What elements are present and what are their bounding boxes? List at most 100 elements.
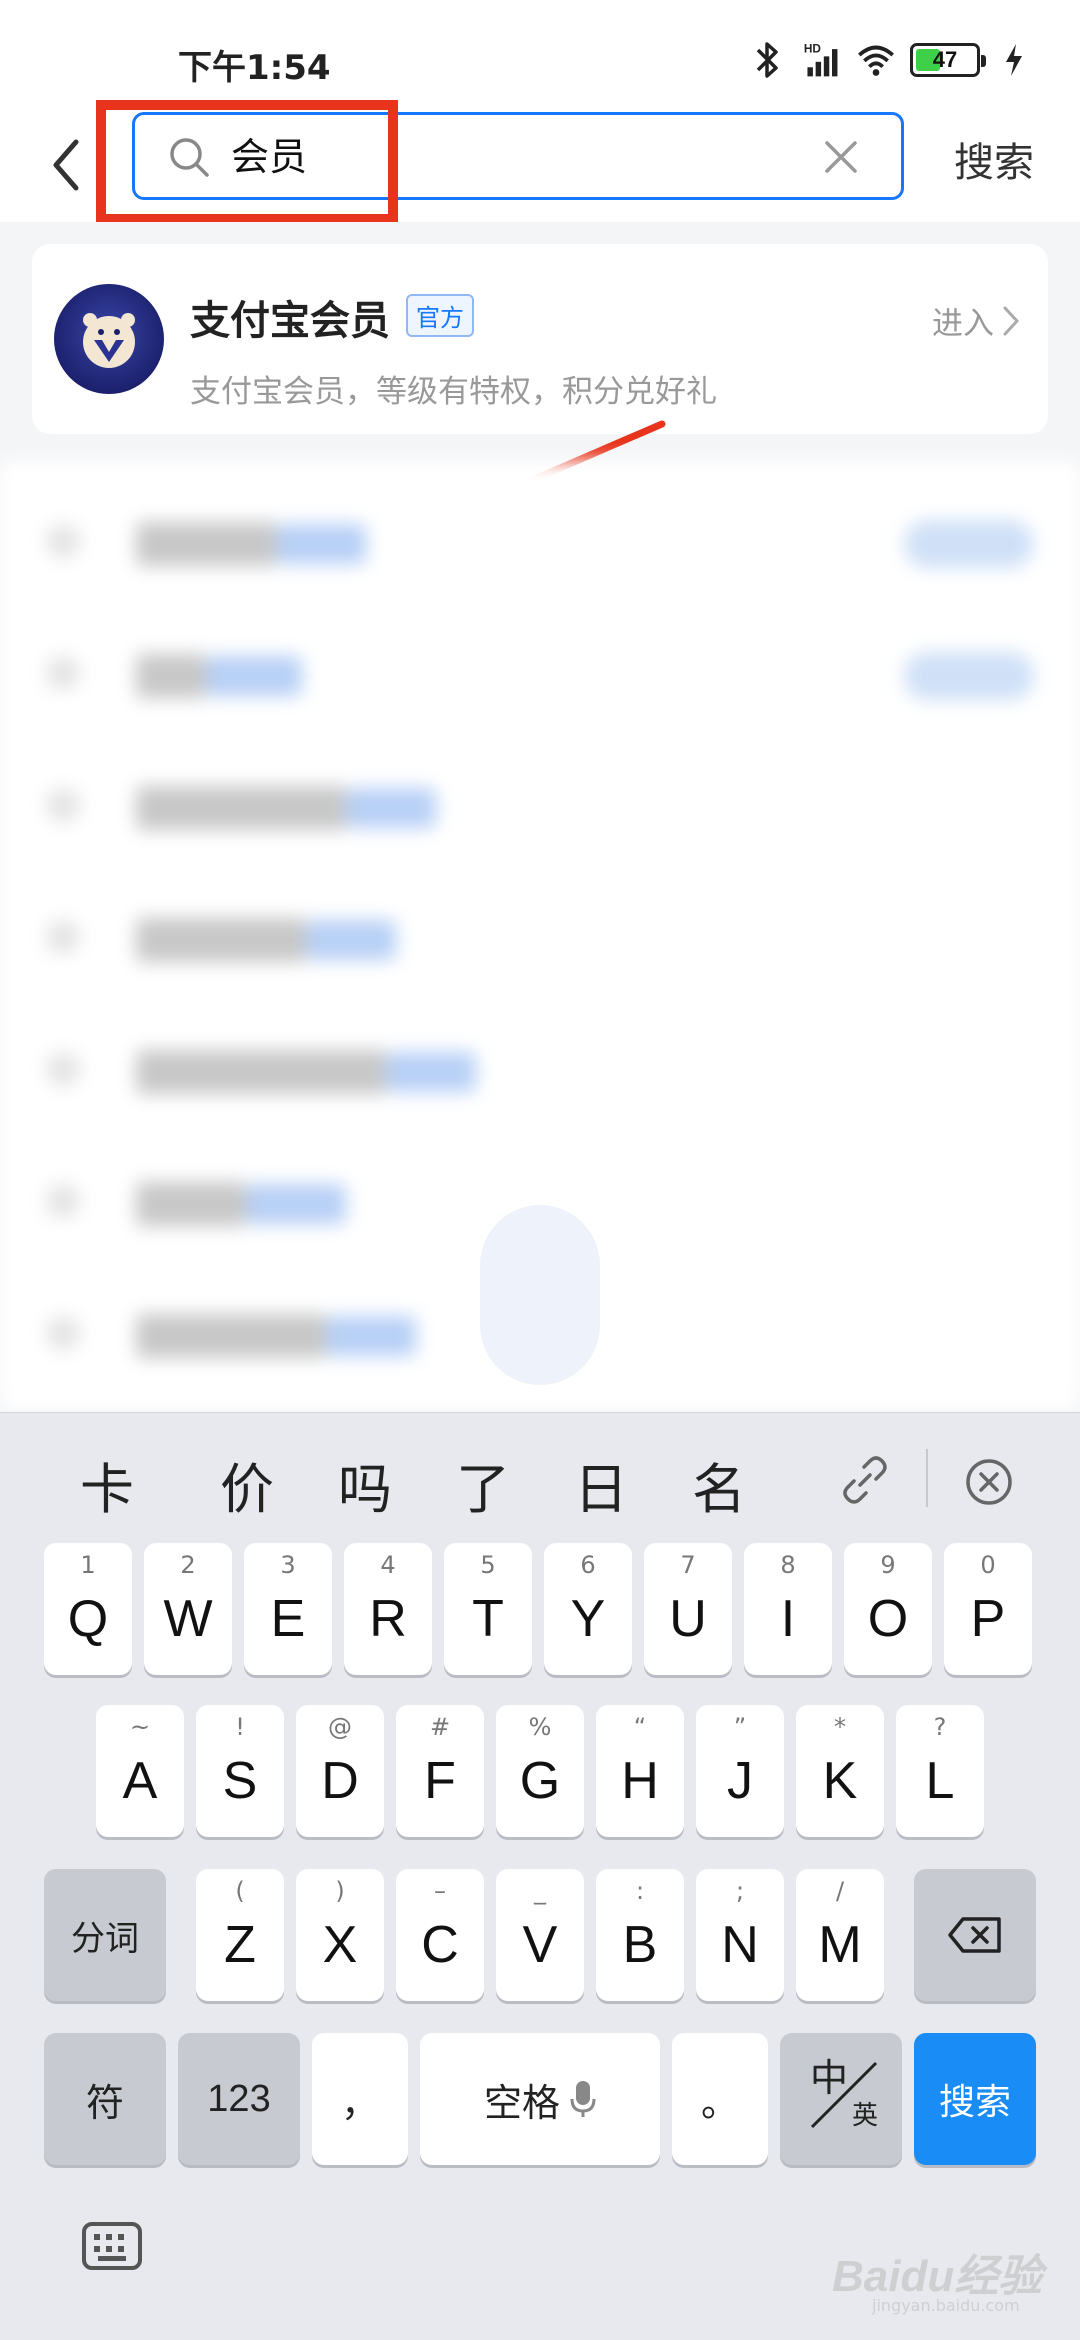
key-label: U [669,1590,707,1648]
candidate-word[interactable]: 日 [574,1445,628,1524]
blurred-icon [46,1184,80,1218]
backspace-key[interactable] [914,1869,1036,2001]
blurred-highlight [276,524,366,564]
key-q[interactable]: 1 Q [44,1543,132,1675]
battery-cap [981,55,986,67]
key-w[interactable]: 2 W [144,1543,232,1675]
status-bar: 下午1:54 HD 47 [0,0,1080,110]
status-time: 下午1:54 [178,48,331,88]
key-secondary: 3 [280,1551,296,1579]
key-label: S [222,1752,258,1810]
backspace-icon [948,1917,1001,1953]
key-label: I [780,1590,796,1648]
key-y[interactable]: 6 Y [544,1543,632,1675]
key-label: 搜索 [938,2082,1011,2123]
wifi-icon [858,45,894,76]
candidate-divider [926,1449,928,1507]
key-label: Q [67,1590,109,1648]
blurred-highlight [246,1184,346,1224]
number-key[interactable]: 123 [178,2033,300,2165]
key-u[interactable]: 7 U [644,1543,732,1675]
candidate-word[interactable]: 吗 [338,1445,392,1524]
key-t[interactable]: 5 T [444,1543,532,1675]
key-secondary: 4 [380,1551,396,1579]
key-m[interactable]: / M [796,1869,884,2001]
key-o[interactable]: 9 O [844,1543,932,1675]
watermark-url: jingyan.baidu.com [872,2296,1020,2315]
key-x[interactable]: ) X [296,1869,384,2001]
blurred-icon [46,1052,80,1086]
blurred-icon [46,1316,80,1350]
key-label: E [270,1590,306,1648]
key-d[interactable]: @ D [296,1705,384,1837]
key-z[interactable]: ( Z [196,1869,284,2001]
key-secondary: 1 [80,1551,96,1579]
key-secondary: ; [735,1877,745,1905]
key-b[interactable]: : B [596,1869,684,2001]
language-switch-key[interactable]: 中 英 [780,2033,902,2165]
annotation-highlight-box [96,100,398,224]
back-arrow-icon[interactable] [42,130,92,200]
key-r[interactable]: 4 R [344,1543,432,1675]
key-label: H [621,1752,659,1810]
space-key[interactable]: 空格 [420,2033,660,2165]
key-p[interactable]: 0 P [944,1543,1032,1675]
key-label: X [322,1916,358,1974]
blurred-icon [46,788,80,822]
candidate-word[interactable]: 了 [456,1445,510,1524]
close-candidates-icon[interactable] [964,1457,1014,1507]
key-secondary: 9 [880,1551,896,1579]
candidate-word[interactable]: 名 [692,1445,746,1524]
key-secondary: # [429,1713,451,1741]
key-h[interactable]: “ H [596,1705,684,1837]
key-s[interactable]: ! S [196,1705,284,1837]
key-secondary: ! [235,1713,245,1741]
period-key[interactable]: 。 [672,2033,768,2165]
blurred-action [904,520,1034,568]
segment-key[interactable]: 分词 [44,1869,166,2001]
microphone-icon [570,2081,596,2117]
enter-link[interactable]: 进入 [932,298,1022,343]
key-label: ， [340,2080,379,2125]
key-e[interactable]: 3 E [244,1543,332,1675]
candidate-word[interactable]: 价 [220,1445,274,1524]
key-secondary: “ [633,1713,647,1741]
blurred-text [136,654,206,698]
key-a[interactable]: ~ A [96,1705,184,1837]
key-label: V [522,1916,558,1974]
blurred-text [136,1182,246,1226]
key-n[interactable]: ; N [696,1869,784,2001]
key-label: 。 [700,2080,739,2125]
app-logo [54,284,164,394]
key-v[interactable]: _ V [496,1869,584,2001]
clipboard-link-icon[interactable] [840,1455,890,1505]
list-item [0,480,1080,612]
key-g[interactable]: % G [496,1705,584,1837]
lang-secondary-label: 英 [852,2101,879,2131]
search-button[interactable]: 搜索 [954,130,1034,188]
key-secondary: _ [534,1877,546,1905]
result-title: 支付宝会员 [190,298,390,344]
symbol-key[interactable]: 符 [44,2033,166,2165]
key-label: C [421,1916,459,1974]
battery-indicator: 47 [910,43,986,77]
key-secondary: 5 [480,1551,496,1579]
voice-input-bubble[interactable] [480,1205,600,1385]
baidu-watermark: Baidu经验 jingyan.baidu.com [832,2210,1052,2320]
key-secondary: 2 [180,1551,196,1579]
candidate-word[interactable]: 卡 [80,1445,134,1524]
key-i[interactable]: 8 I [744,1543,832,1675]
comma-key[interactable]: ， [312,2033,408,2165]
key-c[interactable]: – C [396,1869,484,2001]
key-secondary: ) [335,1877,345,1905]
key-label: Z [224,1916,256,1974]
search-enter-key[interactable]: 搜索 [914,2033,1036,2165]
key-label: R [369,1590,407,1648]
key-j[interactable]: ” J [696,1705,784,1837]
key-f[interactable]: # F [396,1705,484,1837]
result-card-alipay-member[interactable]: 支付宝会员 官方 支付宝会员，等级有特权，积分兑好礼 进入 [32,244,1048,434]
keyboard-switch-icon[interactable] [80,2218,144,2274]
clear-icon[interactable] [823,139,859,175]
key-k[interactable]: * K [796,1705,884,1837]
key-l[interactable]: ? L [896,1705,984,1837]
